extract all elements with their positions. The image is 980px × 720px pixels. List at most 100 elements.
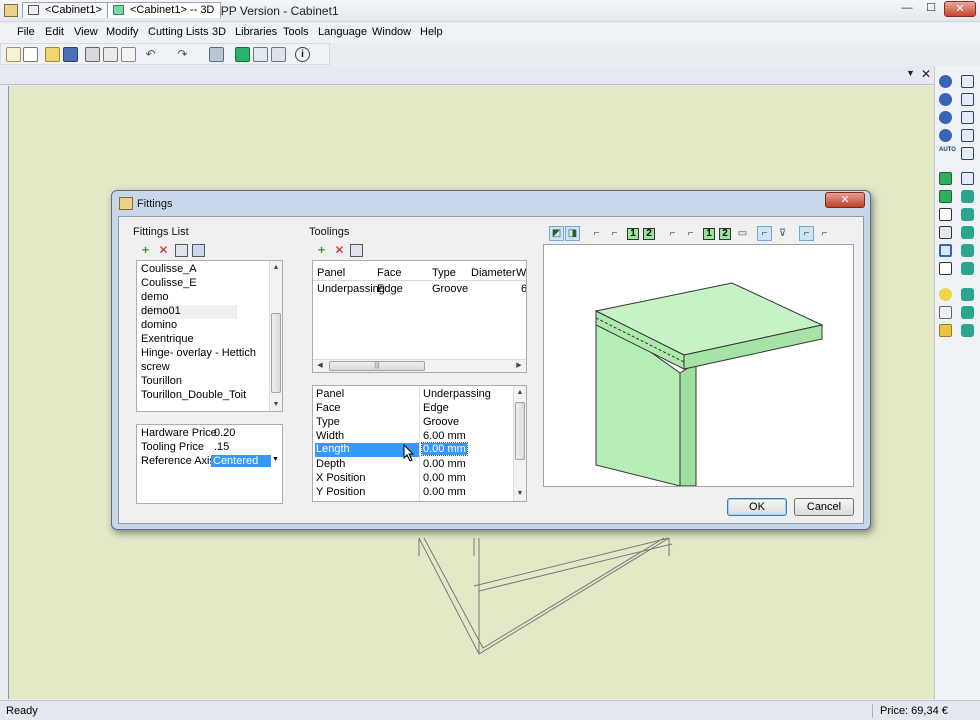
render-alt-icon[interactable] bbox=[961, 208, 974, 221]
menu-edit[interactable]: Edit bbox=[45, 26, 64, 38]
view-3d-alt-icon[interactable]: ◨ bbox=[565, 226, 580, 241]
close-tab-icon[interactable]: ✕ bbox=[921, 67, 931, 81]
reference-axis-select[interactable]: Centered bbox=[211, 455, 271, 467]
groove-view-icon[interactable]: ⌐ bbox=[757, 226, 772, 241]
property-value[interactable]: Underpassing bbox=[423, 388, 491, 400]
copy-fitting-icon[interactable] bbox=[175, 244, 188, 257]
orbit-icon[interactable] bbox=[939, 93, 952, 106]
menu-modify[interactable]: Modify bbox=[106, 26, 138, 38]
color-icon[interactable] bbox=[961, 324, 974, 337]
minimize-button[interactable]: — bbox=[896, 1, 918, 17]
undo-icon[interactable]: ↶ bbox=[143, 47, 158, 62]
property-value[interactable]: 0.00 mm bbox=[423, 472, 466, 484]
list-item[interactable]: Exentrique bbox=[141, 333, 194, 347]
dialog-close-button[interactable]: ✕ bbox=[825, 192, 865, 208]
render-icon[interactable] bbox=[961, 190, 974, 203]
menu-window[interactable]: Window bbox=[372, 26, 411, 38]
page-setup-icon[interactable] bbox=[121, 47, 136, 62]
menu-language[interactable]: Language bbox=[318, 26, 367, 38]
panel-shade-icon[interactable] bbox=[939, 190, 952, 203]
close-window-button[interactable]: ✕ bbox=[944, 1, 976, 17]
column-header-face[interactable]: Face bbox=[377, 267, 401, 279]
table-cell[interactable]: Groove bbox=[432, 283, 468, 295]
hardware-price-field[interactable]: 0.20 bbox=[214, 427, 235, 439]
box-icon[interactable] bbox=[939, 262, 952, 275]
scroll-down-icon[interactable]: ▼ bbox=[270, 399, 282, 411]
list-item[interactable]: Coulisse_E bbox=[141, 277, 197, 291]
info-icon[interactable]: i bbox=[295, 47, 310, 62]
panel-corner-icon[interactable]: ⌐ bbox=[799, 226, 814, 241]
menu-file[interactable]: File bbox=[17, 26, 35, 38]
menu-libraries[interactable]: Libraries bbox=[235, 26, 277, 38]
explode-icon[interactable] bbox=[961, 262, 974, 275]
scroll-right-icon[interactable]: ▶ bbox=[513, 360, 525, 372]
pan-icon[interactable] bbox=[939, 129, 952, 142]
menu-3d[interactable]: 3D bbox=[212, 26, 226, 38]
light-settings-icon[interactable] bbox=[961, 288, 974, 301]
column-header-diameter[interactable]: Diameter bbox=[471, 267, 516, 279]
tooling-price-field[interactable]: .15 bbox=[214, 441, 229, 453]
view-number-1-alt[interactable]: 1 bbox=[703, 228, 715, 240]
list-item[interactable]: Tourillon_Double_Toit bbox=[141, 389, 246, 403]
menu-tools[interactable]: Tools bbox=[283, 26, 309, 38]
light-bulb-icon[interactable] bbox=[939, 288, 952, 301]
length-value-input[interactable]: 0.00 mm bbox=[421, 442, 468, 456]
table-cell[interactable]: Edge bbox=[377, 283, 403, 295]
fittings-listbox[interactable]: Coulisse_A Coulisse_E demo demo01 domino… bbox=[136, 260, 283, 412]
property-value[interactable]: 0.00 mm bbox=[423, 458, 466, 470]
add-fitting-icon[interactable]: + bbox=[139, 244, 152, 257]
property-value[interactable]: Edge bbox=[423, 402, 449, 414]
add-tooling-icon[interactable]: + bbox=[315, 244, 328, 257]
corner-right-icon[interactable]: ⌐ bbox=[607, 226, 622, 241]
tab-list-dropdown-icon[interactable]: ▼ bbox=[906, 68, 915, 78]
toolings-horizontal-scrollbar[interactable]: ◀ ||| ▶ bbox=[313, 359, 526, 372]
texture-icon[interactable] bbox=[961, 306, 974, 319]
fitting-3d-preview[interactable] bbox=[543, 244, 854, 487]
view-number-1[interactable]: 1 bbox=[627, 228, 639, 240]
open-icon[interactable] bbox=[45, 47, 60, 62]
groove-alt-icon[interactable]: ⊽ bbox=[775, 226, 790, 241]
scroll-up-icon[interactable]: ▲ bbox=[514, 387, 526, 399]
tab-cabinet1[interactable]: <Cabinet1> bbox=[22, 2, 109, 18]
column-header-panel[interactable]: Panel bbox=[317, 267, 345, 279]
list-item[interactable]: Hinge- overlay - Hettich bbox=[141, 347, 256, 361]
new-doc-icon[interactable] bbox=[23, 47, 38, 62]
panel-solid-icon[interactable] bbox=[939, 172, 952, 185]
list-item[interactable]: demo bbox=[141, 291, 169, 305]
selection-mode-icon[interactable] bbox=[939, 244, 952, 257]
rotate-view-icon[interactable] bbox=[939, 75, 952, 88]
list-item[interactable]: Tourillon bbox=[141, 375, 182, 389]
toolings-grid[interactable]: Panel Face Type Diameter Wi Underpassing… bbox=[312, 260, 527, 373]
table-cell[interactable]: Underpassing bbox=[317, 283, 385, 295]
property-value[interactable]: Groove bbox=[423, 416, 459, 428]
new-icon[interactable] bbox=[6, 47, 21, 62]
cabinet-view-icon[interactable] bbox=[253, 47, 268, 62]
fittings-list-scrollbar[interactable]: ▲ ▼ bbox=[269, 261, 282, 411]
panel-corner-alt-icon[interactable]: ⌐ bbox=[817, 226, 832, 241]
redo-icon[interactable]: ↷ bbox=[175, 47, 190, 62]
print-icon[interactable] bbox=[85, 47, 100, 62]
grid-icon[interactable] bbox=[939, 306, 952, 319]
maximize-button[interactable]: ☐ bbox=[920, 1, 942, 17]
wire-icon[interactable] bbox=[939, 208, 952, 221]
corner-left-icon[interactable]: ⌐ bbox=[589, 226, 604, 241]
view-number-2[interactable]: 2 bbox=[643, 228, 655, 240]
menu-help[interactable]: Help bbox=[420, 26, 443, 38]
tab-cabinet1-3d[interactable]: <Cabinet1> -- 3D bbox=[107, 2, 222, 18]
settings-icon[interactable] bbox=[209, 47, 224, 62]
ok-button[interactable]: OK bbox=[727, 498, 787, 516]
scroll-thumb[interactable] bbox=[515, 402, 525, 460]
cube-top-icon[interactable] bbox=[961, 129, 974, 142]
menu-cutting-lists[interactable]: Cutting Lists bbox=[148, 26, 209, 38]
list-item[interactable]: domino bbox=[141, 319, 177, 333]
table-cell[interactable]: 6 bbox=[521, 283, 526, 295]
edge-left-icon[interactable]: ⌐ bbox=[665, 226, 680, 241]
cancel-button[interactable]: Cancel bbox=[794, 498, 854, 516]
cube-iso-icon[interactable] bbox=[961, 172, 974, 185]
zoom-icon[interactable] bbox=[939, 111, 952, 124]
scroll-thumb[interactable] bbox=[271, 313, 281, 393]
column-header-type[interactable]: Type bbox=[432, 267, 456, 279]
flat-panel-icon[interactable]: ▭ bbox=[735, 226, 750, 241]
copy-tooling-icon[interactable] bbox=[350, 244, 363, 257]
properties-scrollbar[interactable]: ▲ ▼ bbox=[513, 386, 526, 501]
